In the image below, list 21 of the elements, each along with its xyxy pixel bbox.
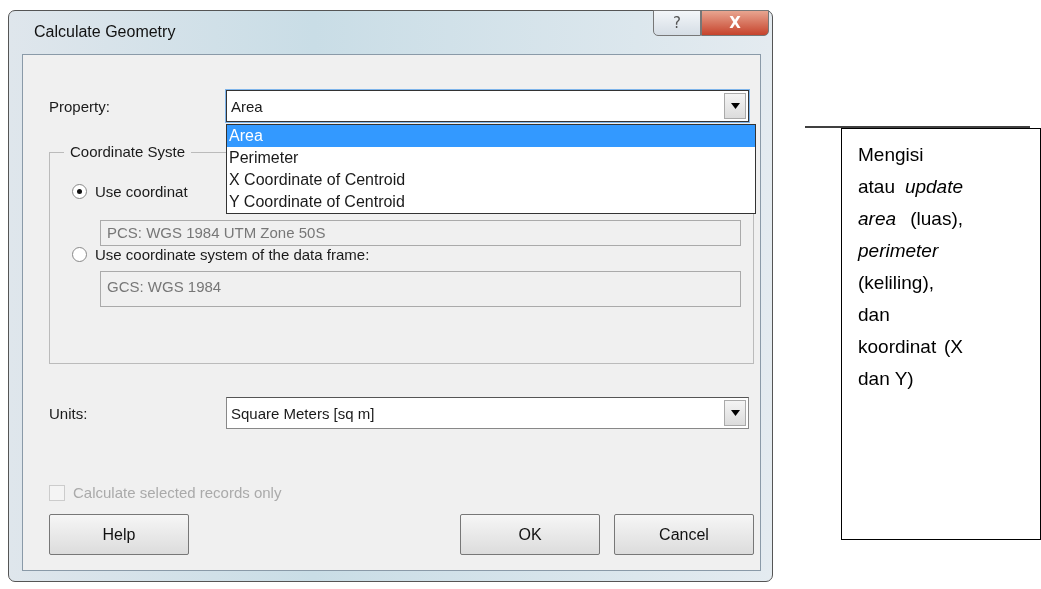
checkbox-label: Calculate selected records only	[73, 484, 282, 501]
dropdown-option[interactable]: Perimeter	[227, 147, 755, 169]
ok-button[interactable]: OK	[460, 514, 600, 555]
readonly-field: GCS: WGS 1984	[100, 271, 741, 307]
radio-label: Use coordinat	[95, 183, 188, 200]
window-title: Calculate Geometry	[34, 23, 176, 41]
cancel-button[interactable]: Cancel	[614, 514, 754, 555]
units-dropdown[interactable]: Square Meters [sq m]	[226, 397, 749, 429]
property-dropdown[interactable]: Area	[226, 90, 749, 122]
radio-button[interactable]	[72, 184, 87, 199]
help-button[interactable]: ?	[653, 10, 701, 36]
dropdown-option[interactable]: X Coordinate of Centroid	[227, 169, 755, 191]
radio-label: Use coordinate system of the data frame:	[95, 246, 370, 263]
readonly-field: PCS: WGS 1984 UTM Zone 50S	[100, 220, 741, 246]
group-legend: Coordinate Syste	[64, 143, 192, 160]
units-label: Units:	[49, 404, 89, 422]
dropdown-option[interactable]: Y Coordinate of Centroid	[227, 191, 755, 213]
radio-button[interactable]	[72, 247, 87, 262]
callout-text: Mengisi atau update area (luas), perimeter (keliling), dan koordinat (X dan Y)	[858, 143, 963, 391]
property-label: Property:	[49, 97, 111, 115]
help-button[interactable]: Help	[49, 514, 189, 555]
